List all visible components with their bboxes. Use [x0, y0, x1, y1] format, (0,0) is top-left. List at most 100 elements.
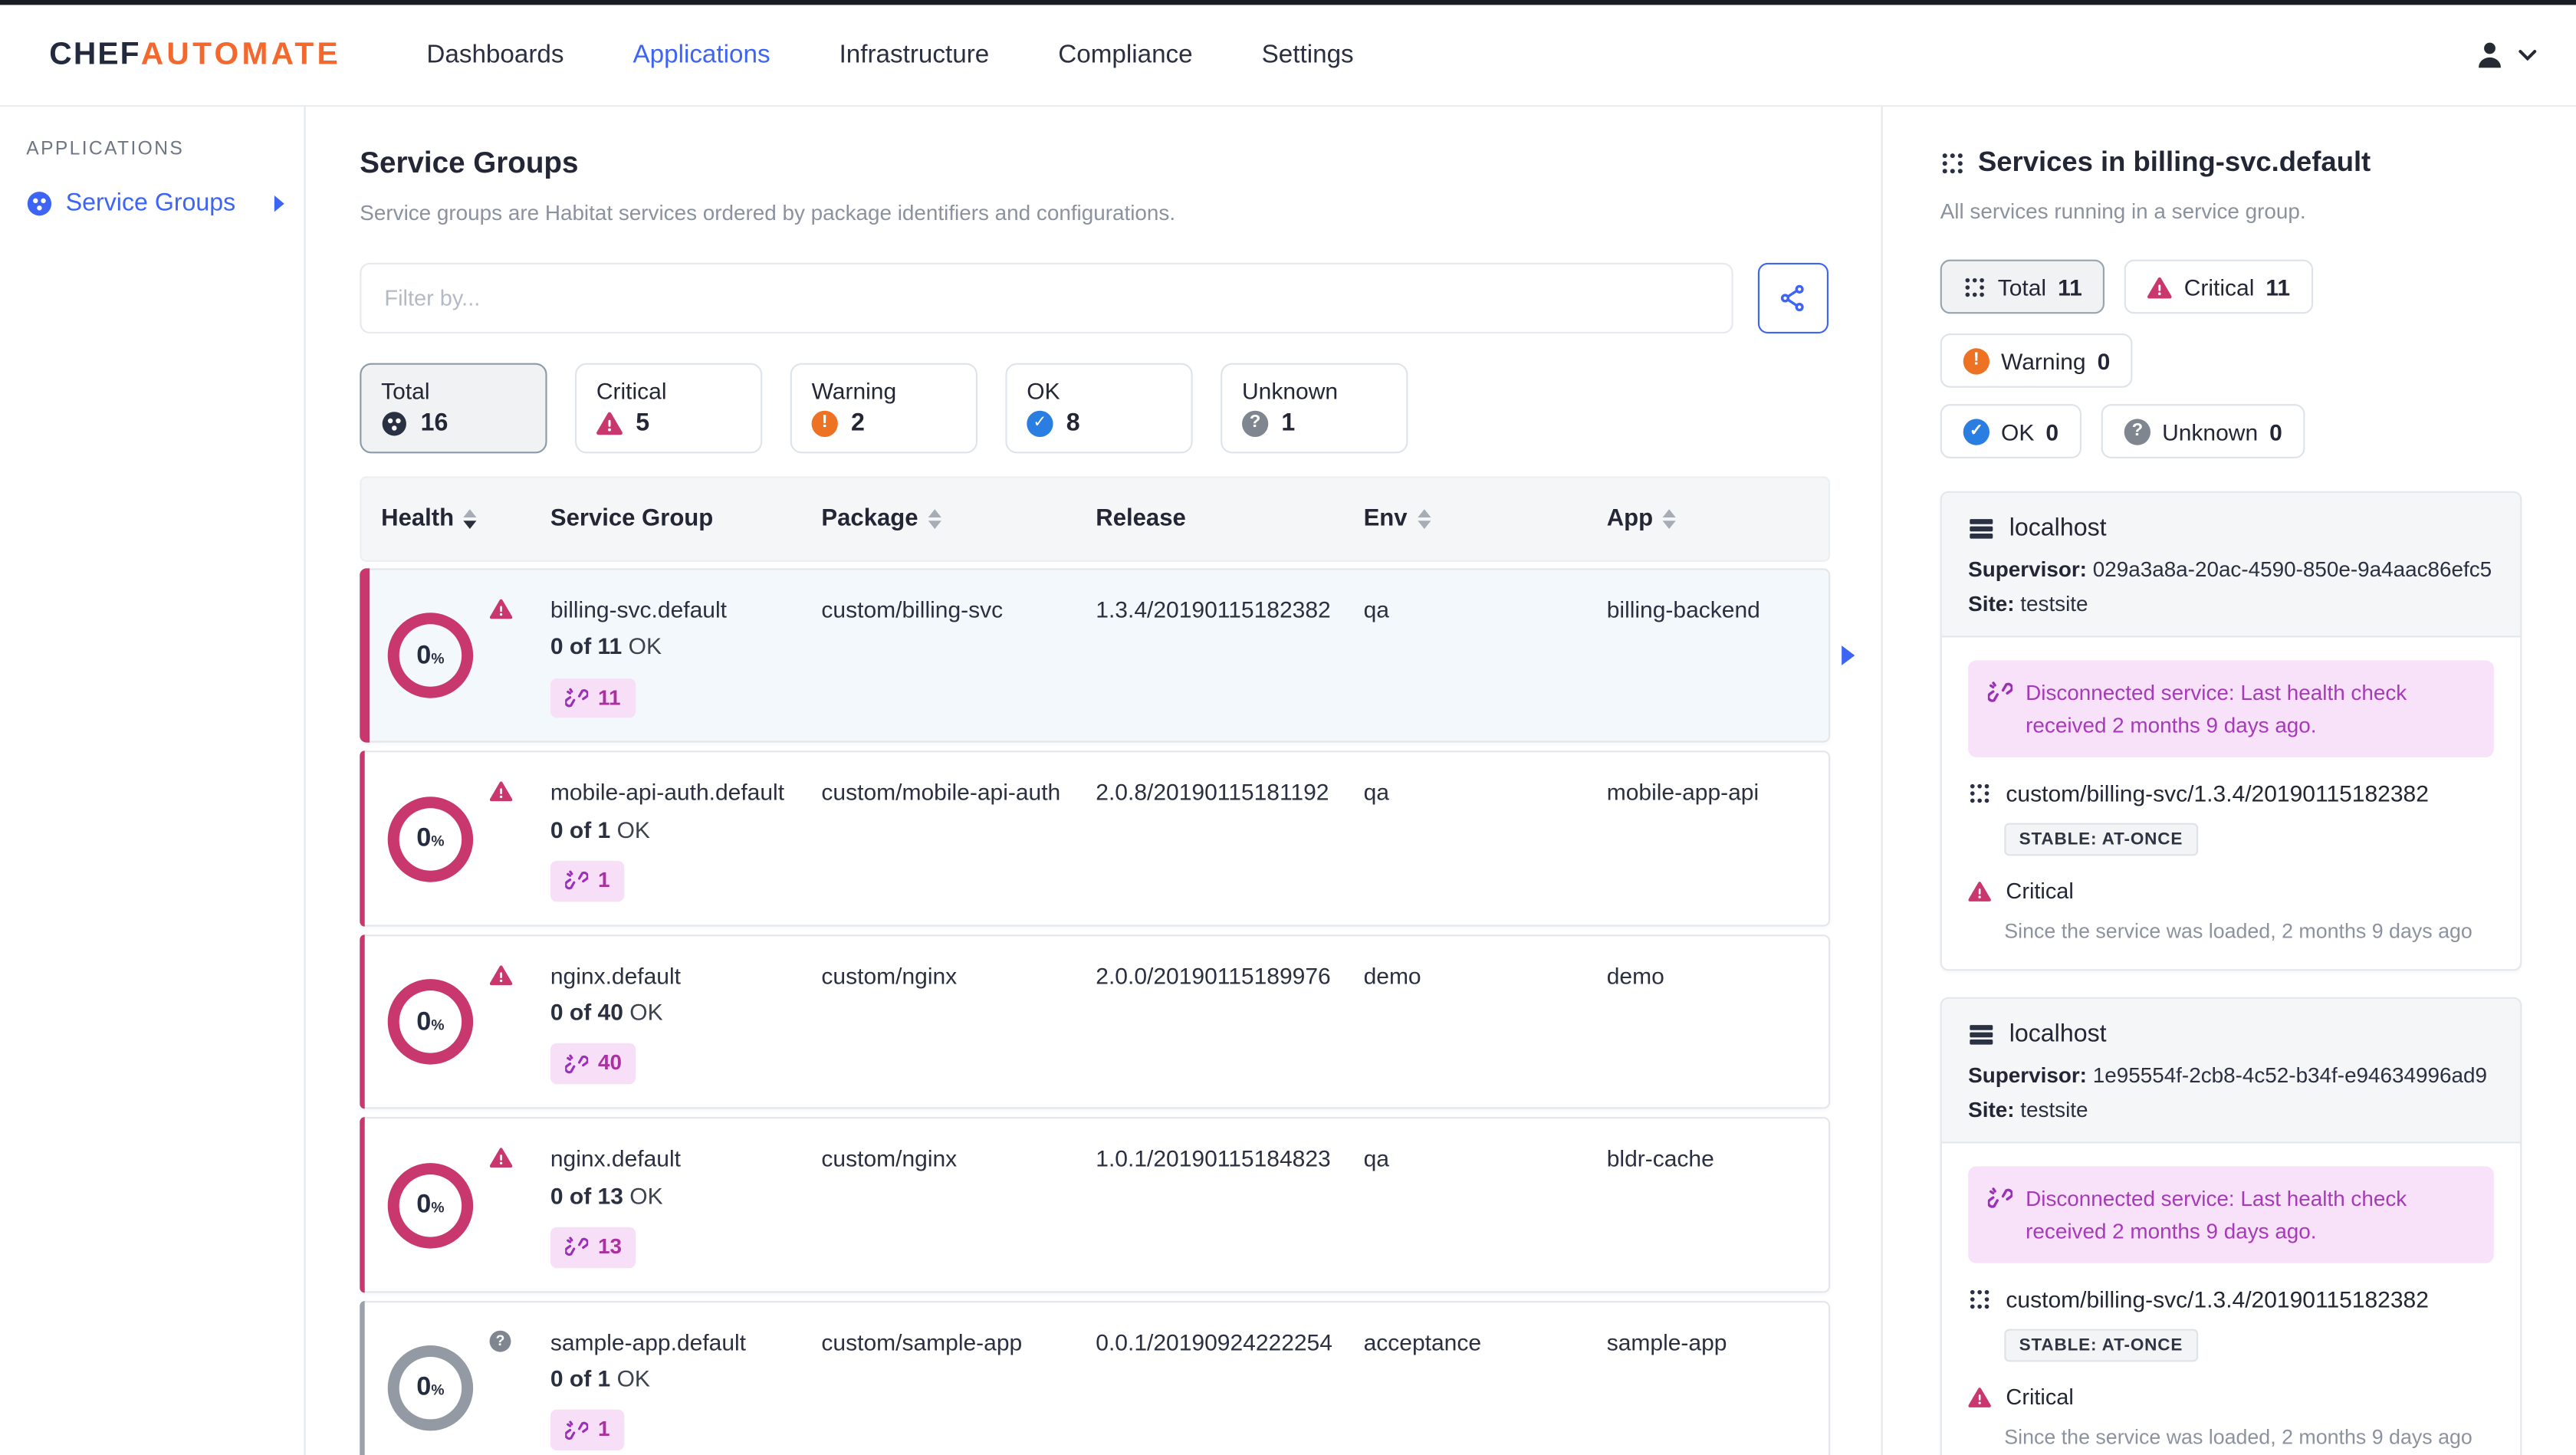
- ok-count: 0 of 40 OK: [550, 999, 663, 1026]
- service-group-name: mobile-api-auth.default: [550, 779, 785, 806]
- user-menu[interactable]: [2472, 38, 2550, 72]
- filter-card-critical[interactable]: Critical 5: [575, 363, 763, 454]
- filter-card-total[interactable]: Total 16: [360, 363, 547, 454]
- filter-card-label: Warning: [811, 377, 897, 405]
- filter-card-count: 1: [1281, 409, 1296, 438]
- habitat-dots-icon: [1963, 275, 1986, 298]
- disconnected-badge[interactable]: 1: [550, 1410, 625, 1451]
- services-detail-panel: Services in billing-svc.default All serv…: [1883, 107, 2576, 1455]
- top-navigation: CHEFAUTOMATE Dashboards Applications Inf…: [0, 5, 2576, 107]
- disconnected-alert: Disconnected service: Last health check …: [1968, 660, 2494, 757]
- disconnected-alert: Disconnected service: Last health check …: [1968, 1166, 2494, 1263]
- ok-count: 0 of 1 OK: [550, 816, 650, 842]
- service-group-name: nginx.default: [550, 962, 682, 989]
- nav-settings[interactable]: Settings: [1262, 41, 1354, 71]
- site-line: Site: testsite: [1968, 1097, 2088, 1122]
- nav-dashboards[interactable]: Dashboards: [426, 41, 564, 71]
- sort-icon-package[interactable]: [928, 509, 941, 530]
- update-strategy-badge: STABLE: AT-ONCE: [2004, 1329, 2198, 1362]
- nav-infrastructure[interactable]: Infrastructure: [840, 41, 990, 71]
- panel-filter-total[interactable]: Total 11: [1940, 259, 2105, 314]
- service-group-cell: nginx.default 0 of 13 OK 13: [550, 1142, 822, 1268]
- sort-icon-health[interactable]: [463, 509, 478, 530]
- column-header-app[interactable]: App: [1607, 506, 1832, 532]
- column-header-release[interactable]: Release: [1096, 506, 1363, 532]
- filter-card-count: 5: [636, 409, 650, 438]
- service-group-cell: sample-app.default 0 of 1 OK 1: [550, 1325, 822, 1451]
- app-cell: mobile-app-api: [1606, 779, 1760, 806]
- release-cell: 1.3.4/20190115182382: [1096, 596, 1331, 623]
- unknown-question-icon: [1242, 409, 1269, 436]
- filter-card-ok[interactable]: OK 8: [1005, 363, 1193, 454]
- panel-filter-warning[interactable]: Warning 0: [1940, 333, 2134, 388]
- critical-triangle-icon: [596, 411, 623, 435]
- panel-filter-critical[interactable]: Critical 11: [2124, 259, 2314, 314]
- ok-count: 0 of 11 OK: [550, 632, 662, 659]
- sort-icon-env[interactable]: [1417, 509, 1431, 530]
- logo-automate-text: AUTOMATE: [140, 37, 341, 72]
- service-group-row[interactable]: 0% nginx.default 0 of 13 OK 13 custom/ng…: [360, 1117, 1831, 1293]
- panel-title: Services in billing-svc.default: [1940, 146, 2522, 179]
- panel-filter-ok[interactable]: OK 0: [1940, 404, 2082, 458]
- package-identifier: custom/billing-svc/1.3.4/20190115182382: [1968, 780, 2494, 806]
- table-header: Health Service Group Package Release Env…: [360, 476, 1832, 562]
- disconnected-badge[interactable]: 13: [550, 1227, 637, 1268]
- logo-chef-text: CHEF: [49, 37, 141, 72]
- broken-link-icon: [565, 1419, 589, 1442]
- health-donut: 0%: [387, 1345, 474, 1431]
- panel-filter-unknown[interactable]: Unknown 0: [2101, 404, 2305, 458]
- disconnected-badge[interactable]: 40: [550, 1043, 637, 1085]
- page-title: Service Groups: [360, 146, 579, 179]
- share-button[interactable]: [1757, 262, 1829, 334]
- panel-subtitle: All services running in a service group.: [1940, 199, 2306, 224]
- sidebar-item-label: Service Groups: [65, 189, 236, 217]
- service-group-row[interactable]: 0% mobile-api-auth.default 0 of 1 OK 1 c…: [360, 751, 1831, 928]
- service-card: localhost Supervisor: 029a3a8a-20ac-4590…: [1940, 491, 2522, 971]
- filter-card-warning[interactable]: Warning 2: [790, 363, 978, 454]
- service-group-row[interactable]: 0% nginx.default 0 of 40 OK 40 custom/ng…: [360, 934, 1831, 1111]
- server-icon: [1968, 1021, 1994, 1047]
- column-header-health[interactable]: Health: [361, 506, 550, 532]
- release-cell: 2.0.0/20190115189976: [1096, 962, 1331, 989]
- user-profile-icon: [2472, 38, 2507, 72]
- disconnected-badge[interactable]: 1: [550, 860, 625, 902]
- column-header-package[interactable]: Package: [821, 506, 1096, 532]
- column-header-service-group[interactable]: Service Group: [550, 506, 822, 532]
- filter-card-label: Unknown: [1242, 377, 1339, 405]
- health-cell: 0%: [361, 959, 550, 1085]
- disconnected-badge[interactable]: 11: [550, 678, 636, 719]
- disconnected-count: 1: [598, 1416, 610, 1442]
- package-cell: custom/nginx: [821, 962, 958, 989]
- sidebar-item-service-groups[interactable]: Service Groups: [26, 189, 304, 217]
- service-group-cell: nginx.default 0 of 40 OK 40: [550, 959, 822, 1085]
- selected-row-caret-icon: [1842, 645, 1855, 666]
- critical-triangle-icon: [2147, 275, 2173, 298]
- service-group-row[interactable]: 0% sample-app.default 0 of 1 OK 1 custom…: [360, 1300, 1831, 1455]
- service-group-name: billing-svc.default: [550, 596, 727, 623]
- package-cell: custom/billing-svc: [821, 596, 1004, 623]
- env-cell: qa: [1363, 596, 1389, 623]
- service-card-header: localhost Supervisor: 029a3a8a-20ac-4590…: [1941, 492, 2521, 638]
- sidebar-section-label: APPLICATIONS: [26, 140, 185, 159]
- app-cell: billing-backend: [1606, 596, 1760, 623]
- app-cell: bldr-cache: [1606, 1145, 1714, 1172]
- unknown-question-icon: [2124, 418, 2151, 445]
- nav-compliance[interactable]: Compliance: [1058, 41, 1192, 71]
- total-services-icon: [381, 410, 407, 436]
- filter-card-count: 16: [420, 409, 449, 438]
- service-groups-main: Service Groups Service groups are Habita…: [306, 107, 1883, 1455]
- chef-automate-logo[interactable]: CHEFAUTOMATE: [49, 37, 341, 73]
- service-group-name: nginx.default: [550, 1145, 682, 1172]
- release-cell: 1.0.1/20190115184823: [1096, 1145, 1331, 1172]
- service-group-row[interactable]: 0% billing-svc.default 0 of 11 OK 11 cus…: [360, 568, 1855, 744]
- filter-card-unknown[interactable]: Unknown 1: [1221, 363, 1408, 454]
- habitat-dots-icon: [1940, 150, 1965, 175]
- host-name: localhost: [2009, 514, 2107, 543]
- since-loaded-text: Since the service was loaded, 2 months 9…: [2004, 920, 2472, 944]
- filter-input[interactable]: [360, 262, 1733, 334]
- sort-icon-app[interactable]: [1662, 509, 1677, 530]
- column-header-env[interactable]: Env: [1364, 506, 1607, 532]
- critical-triangle-icon: [1968, 881, 1991, 902]
- nav-applications[interactable]: Applications: [632, 41, 770, 71]
- filter-card-label: Critical: [596, 377, 667, 405]
